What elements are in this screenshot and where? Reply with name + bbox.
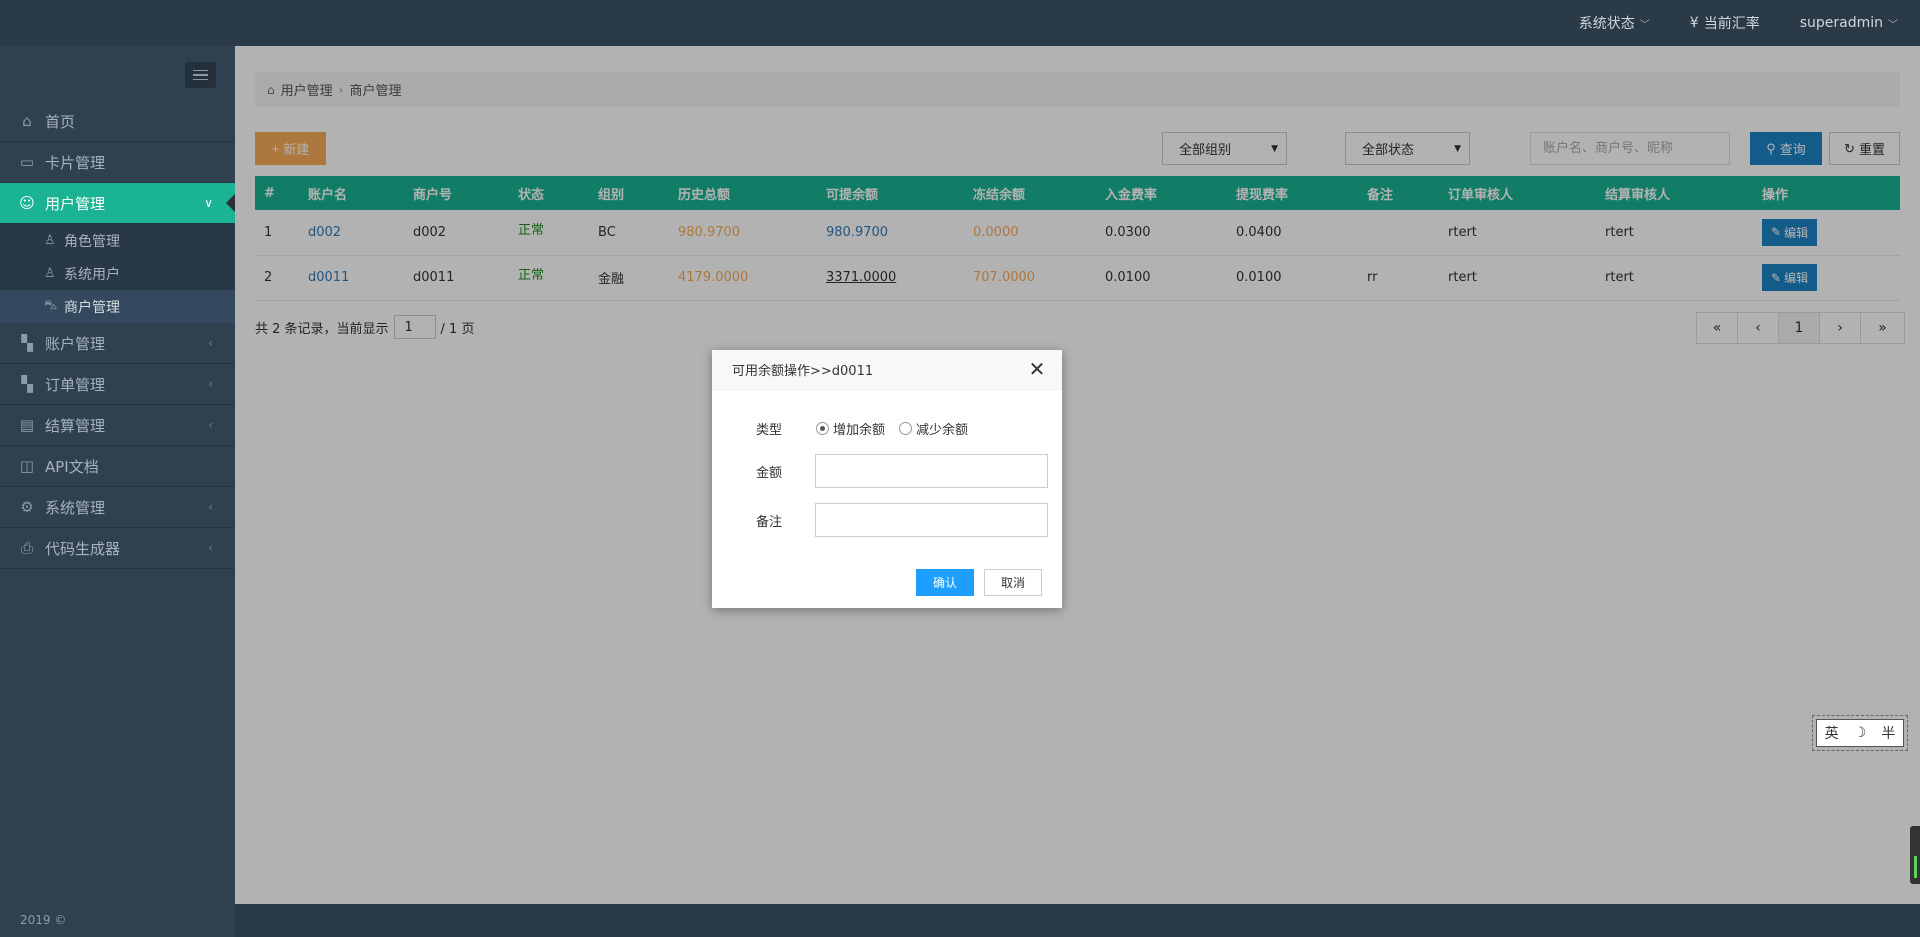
- sidebar-item-api-docs[interactable]: ◫ API文档: [0, 446, 235, 487]
- user-icon: ♙: [44, 233, 56, 248]
- user-icon: ♙: [44, 266, 56, 281]
- type-label: 类型: [756, 422, 783, 438]
- sidebar-item-label: API文档: [45, 457, 99, 476]
- type-radio-group: 增加余额 减少余额: [816, 419, 978, 438]
- sidebar-subitem-label: 系统用户: [64, 266, 120, 283]
- top-navbar: 系统状态 ﹀ ¥ 当前汇率 superadmin ﹀: [0, 0, 1920, 46]
- radio-add-balance[interactable]: [816, 421, 829, 435]
- home-icon: ⌂: [22, 112, 32, 130]
- chevron-left-icon: ‹: [208, 336, 213, 350]
- side-drawer-handle[interactable]: [1910, 826, 1920, 884]
- sidebar-item-label: 代码生成器: [45, 539, 121, 558]
- sidebar-item-users[interactable]: ☺ 用户管理 ∨: [0, 183, 235, 224]
- yen-icon: ¥: [1689, 15, 1699, 31]
- remark-row: 备注: [712, 503, 1062, 537]
- ime-panel: 英 ☽ 半: [1816, 719, 1904, 747]
- sidebar-subitem-merchants[interactable]: ⛍ 商户管理: [0, 290, 235, 323]
- radio-subtract-label[interactable]: 减少余额: [916, 419, 968, 438]
- sidebar-item-label: 账户管理: [45, 334, 106, 353]
- sidebar-item-home[interactable]: ⌂ 首页: [0, 101, 235, 142]
- sidebar-item-codegen[interactable]: ⎙ 代码生成器 ‹: [0, 528, 235, 569]
- dialog-header: 可用余额操作>>d0011 ✕: [712, 350, 1062, 390]
- sidebar-item-label: 订单管理: [45, 375, 106, 394]
- menu-toggle-button[interactable]: [185, 62, 216, 88]
- sidebar: ⌂ 首页 ▭ 卡片管理 ☺ 用户管理 ∨ ♙ 角色管理 ♙ 系统用户 ⛍ 商户管…: [0, 46, 235, 937]
- username: superadmin: [1799, 15, 1883, 31]
- system-status-label: 系统状态: [1578, 16, 1635, 32]
- sidebar-item-label: 用户管理: [45, 194, 106, 213]
- chevron-down-icon: ﹀: [1639, 19, 1650, 31]
- sidebar-item-settlement[interactable]: ▤ 结算管理 ‹: [0, 405, 235, 446]
- balance-dialog: 可用余额操作>>d0011 ✕ 类型 增加余额 减少余额 金额 备注 确认 取消: [712, 350, 1062, 608]
- print-icon: ⎙: [20, 539, 33, 557]
- remark-input[interactable]: [815, 503, 1048, 537]
- sidebar-subitem-label: 角色管理: [64, 233, 120, 250]
- dialog-title: 可用余额操作>>d0011: [732, 364, 874, 379]
- exchange-rate-label: 当前汇率: [1703, 16, 1760, 32]
- sidebar-subitem-system-users[interactable]: ♙ 系统用户: [0, 257, 235, 290]
- book-icon: ◫: [19, 457, 35, 475]
- amount-input[interactable]: [815, 454, 1048, 488]
- remark-label: 备注: [756, 514, 783, 530]
- sidebar-subitem-label: 商户管理: [64, 299, 120, 316]
- confirm-button[interactable]: 确认: [916, 569, 974, 596]
- chevron-left-icon: ‹: [208, 541, 213, 555]
- copyright-footer: 2019 ©: [20, 913, 67, 927]
- modal-backdrop[interactable]: [235, 46, 1920, 904]
- amount-row: 金额: [712, 454, 1062, 488]
- bottom-bar: [235, 904, 1920, 937]
- ime-moon-icon[interactable]: ☽: [1854, 725, 1867, 741]
- radio-add-label[interactable]: 增加余额: [833, 419, 885, 438]
- ime-toolbar[interactable]: 英 ☽ 半: [1812, 713, 1908, 753]
- amount-label: 金额: [756, 465, 783, 481]
- sidebar-item-orders[interactable]: ▚ 订单管理 ‹: [0, 364, 235, 405]
- sidebar-subitem-roles[interactable]: ♙ 角色管理: [0, 224, 235, 257]
- system-status-menu[interactable]: 系统状态 ﹀: [1579, 13, 1650, 33]
- card-icon: ▭: [19, 153, 35, 171]
- sidebar-item-accounts[interactable]: ▚ 账户管理 ‹: [0, 323, 235, 364]
- radio-subtract-balance[interactable]: [899, 421, 913, 435]
- sidebar-submenu-users: ♙ 角色管理 ♙ 系统用户 ⛍ 商户管理: [0, 224, 235, 323]
- chevron-left-icon: ‹: [208, 377, 213, 391]
- chevron-left-icon: ‹: [208, 500, 213, 514]
- sidebar-item-cards[interactable]: ▭ 卡片管理: [0, 142, 235, 183]
- user-menu[interactable]: superadmin ﹀: [1800, 15, 1898, 31]
- cube-icon: ▚: [21, 334, 33, 352]
- file-icon: ▤: [19, 416, 35, 434]
- sidebar-item-system[interactable]: ⚙ 系统管理 ‹: [0, 487, 235, 528]
- car-icon: ⛍: [44, 298, 58, 313]
- cancel-button[interactable]: 取消: [984, 569, 1042, 596]
- sidebar-item-label: 卡片管理: [45, 153, 106, 172]
- ime-width-icon[interactable]: 半: [1881, 723, 1895, 743]
- sidebar-item-label: 系统管理: [45, 498, 106, 517]
- ime-language-icon[interactable]: 英: [1825, 723, 1839, 743]
- sidebar-item-label: 首页: [45, 112, 76, 131]
- exchange-rate-link[interactable]: ¥ 当前汇率: [1690, 13, 1760, 33]
- chevron-left-icon: ‹: [208, 418, 213, 432]
- gear-icon: ⚙: [20, 498, 34, 516]
- sidebar-menu: ⌂ 首页 ▭ 卡片管理 ☺ 用户管理 ∨ ♙ 角色管理 ♙ 系统用户 ⛍ 商户管…: [0, 101, 235, 569]
- close-icon[interactable]: ✕: [1026, 358, 1048, 380]
- cube-icon: ▚: [21, 375, 33, 393]
- users-icon: ☺: [19, 194, 35, 212]
- chevron-down-icon: ﹀: [1888, 19, 1898, 31]
- chevron-down-icon: ∨: [204, 196, 213, 210]
- sidebar-item-label: 结算管理: [45, 416, 106, 435]
- type-row: 类型 增加余额 减少余额: [712, 418, 1062, 438]
